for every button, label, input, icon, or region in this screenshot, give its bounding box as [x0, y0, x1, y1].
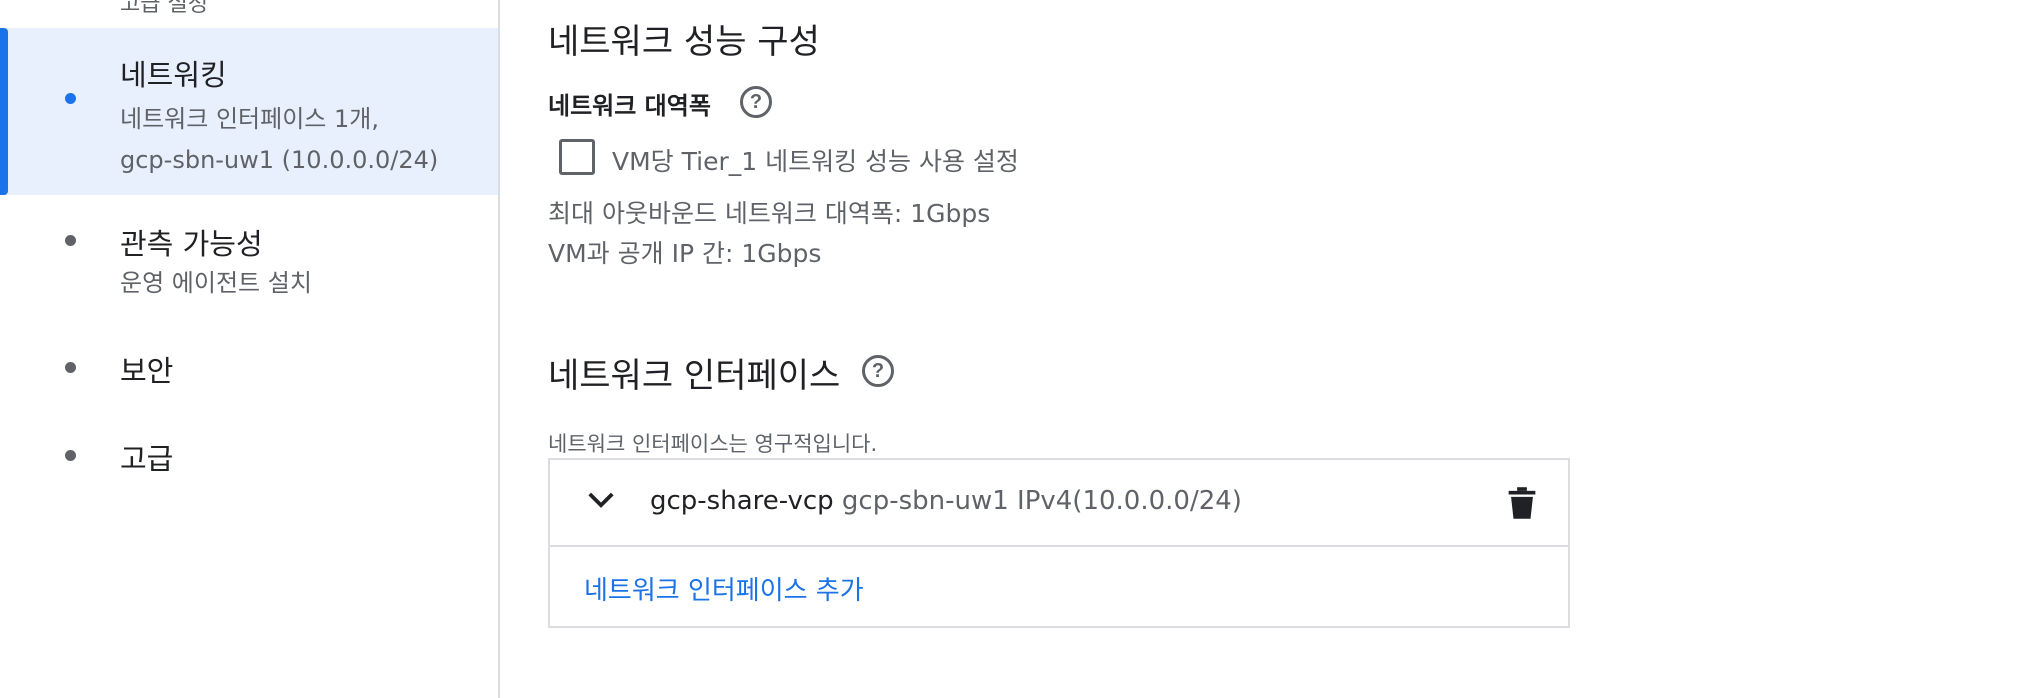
iface-network-name: gcp-share-vcp	[650, 486, 834, 516]
trash-icon[interactable]	[1507, 486, 1537, 520]
tier1-checkbox[interactable]	[559, 139, 595, 175]
sidebar-item-title: 네트워킹	[120, 58, 227, 92]
sidebar-item-subtitle: 네트워크 인터페이스 1개,	[120, 105, 379, 133]
step-dot-icon	[65, 450, 76, 461]
sidebar-item-subtitle: gcp-sbn-uw1 (10.0.0.0/24)	[120, 146, 439, 174]
main-content: 네트워크 성능 구성 네트워크 대역폭 ? VM당 Tier_1 네트워킹 성능…	[548, 0, 2022, 698]
sidebar-item-title: 관측 가능성	[120, 227, 263, 261]
sidebar-clipped-item-label: 고급 설정	[120, 0, 208, 17]
iface-list: gcp-share-vcp gcp-sbn-uw1 IPv4(10.0.0.0/…	[548, 458, 1570, 628]
sidebar-item-observability[interactable]: 관측 가능성 운영 에이전트 설치	[0, 203, 498, 313]
help-circle-icon[interactable]: ?	[740, 86, 772, 118]
step-dot-icon	[65, 235, 76, 246]
tier1-checkbox-label[interactable]: VM당 Tier_1 네트워킹 성능 사용 설정	[612, 142, 1019, 178]
iface-label: gcp-share-vcp gcp-sbn-uw1 IPv4(10.0.0.0/…	[650, 486, 1242, 516]
sidebar-nav: 고급 설정 네트워킹 네트워크 인터페이스 1개, gcp-sbn-uw1 (1…	[0, 0, 500, 698]
iface-note: 네트워크 인터페이스는 영구적입니다.	[548, 432, 878, 456]
iface-subnet-detail: gcp-sbn-uw1 IPv4(10.0.0.0/24)	[841, 486, 1242, 516]
step-dot-icon	[65, 93, 76, 104]
step-dot-icon	[65, 362, 76, 373]
iface-row[interactable]: gcp-share-vcp gcp-sbn-uw1 IPv4(10.0.0.0/…	[550, 460, 1568, 547]
chevron-down-icon[interactable]	[586, 484, 616, 514]
sidebar-item-title: 고급	[120, 442, 174, 476]
perf-section-title: 네트워크 성능 구성	[548, 22, 820, 62]
max-outbound-text: 최대 아웃바운드 네트워크 대역폭: 1Gbps	[548, 199, 991, 228]
sidebar-item-title: 보안	[120, 354, 174, 388]
vm-public-ip-text: VM과 공개 IP 간: 1Gbps	[548, 239, 822, 268]
active-indicator	[0, 28, 8, 195]
sidebar-item-security[interactable]: 보안	[0, 330, 498, 405]
iface-section-title: 네트워크 인터페이스	[548, 356, 841, 396]
sidebar-item-subtitle: 운영 에이전트 설치	[120, 269, 312, 297]
bandwidth-label: 네트워크 대역폭	[548, 92, 711, 120]
add-iface-link[interactable]: 네트워크 인터페이스 추가	[584, 570, 864, 607]
sidebar-item-networking[interactable]: 네트워킹 네트워크 인터페이스 1개, gcp-sbn-uw1 (10.0.0.…	[0, 28, 498, 195]
sidebar-item-advanced[interactable]: 고급	[0, 418, 498, 493]
help-circle-icon[interactable]: ?	[862, 355, 894, 387]
